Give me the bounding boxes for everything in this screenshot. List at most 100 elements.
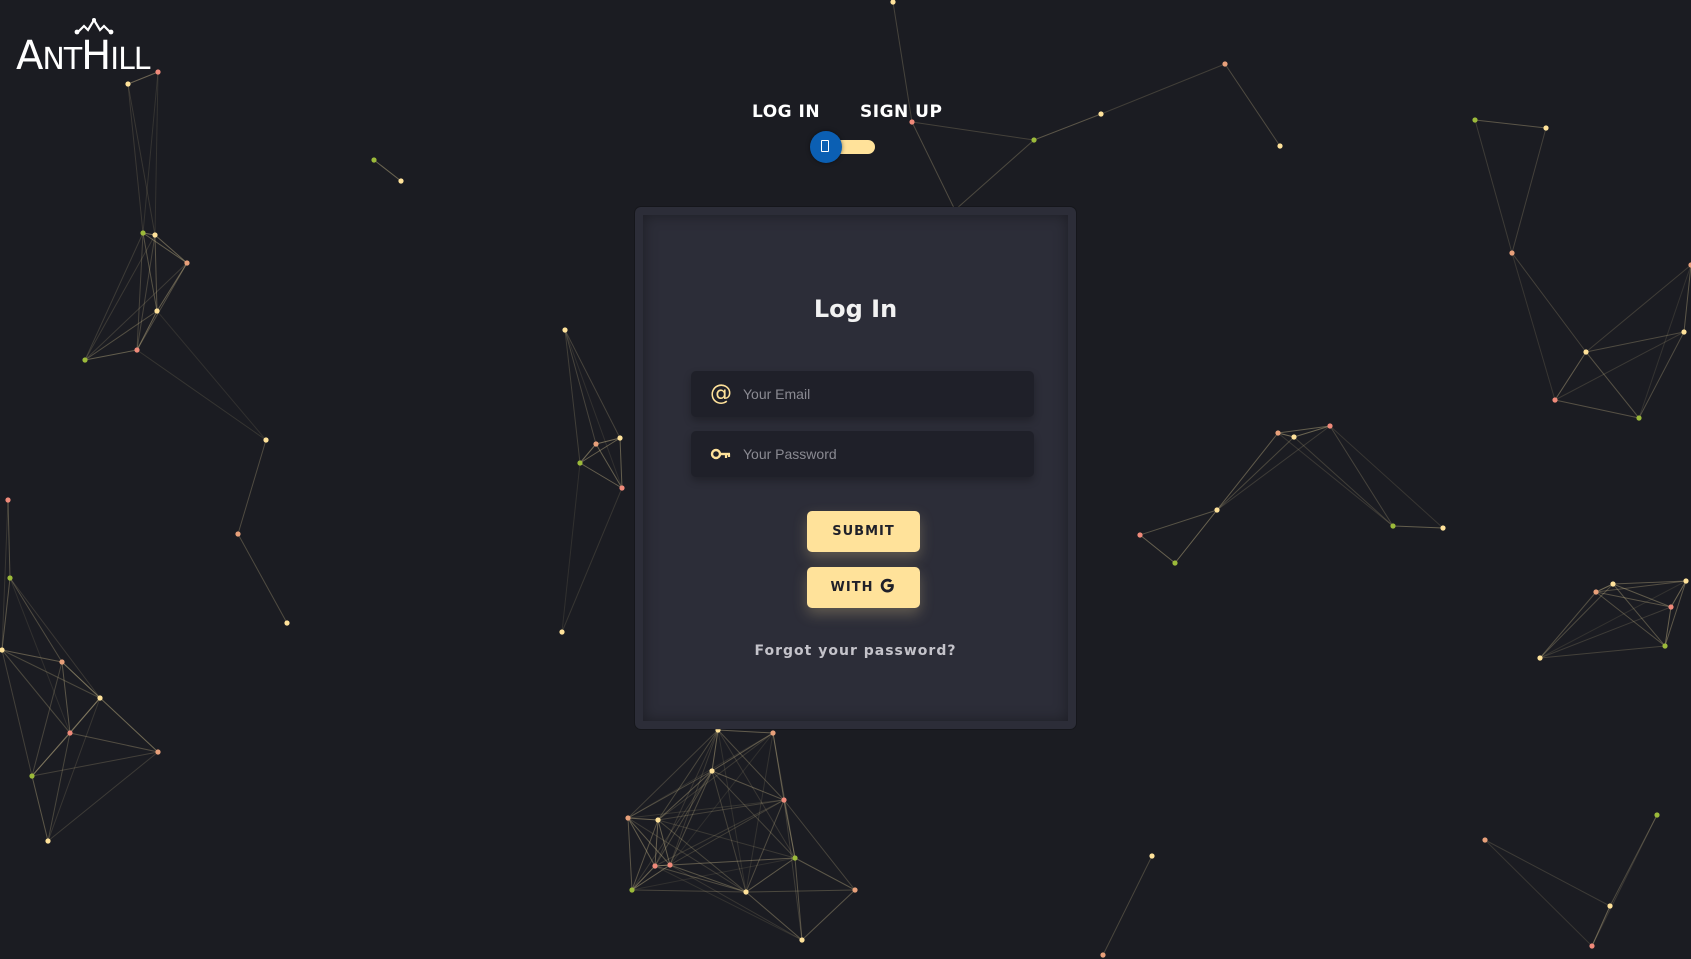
network-dot bbox=[890, 0, 896, 5]
network-line bbox=[1293, 425, 1331, 438]
network-line bbox=[669, 770, 713, 866]
network-line bbox=[669, 864, 803, 941]
network-dot bbox=[799, 937, 805, 943]
network-line bbox=[1539, 606, 1672, 659]
network-line bbox=[47, 732, 71, 842]
network-line bbox=[127, 83, 156, 236]
password-input[interactable] bbox=[743, 431, 1023, 477]
network-line bbox=[31, 751, 159, 777]
network-line bbox=[1139, 509, 1218, 536]
network-line bbox=[669, 799, 785, 866]
network-line bbox=[99, 697, 159, 753]
network-dot bbox=[1100, 952, 1106, 958]
network-dot bbox=[1552, 397, 1558, 403]
network-dot bbox=[1214, 507, 1220, 513]
network-line bbox=[669, 729, 719, 866]
mode-toggle-knob[interactable] bbox=[810, 131, 842, 163]
login-card: Log In @ SUBMIT WITH bbox=[635, 207, 1076, 729]
logo-letter-a: A bbox=[16, 33, 43, 79]
network-line bbox=[1474, 119, 1547, 129]
login-tab-label[interactable]: LOG IN bbox=[752, 102, 820, 122]
network-line bbox=[564, 329, 621, 439]
email-field[interactable]: @ bbox=[691, 371, 1034, 417]
network-dot bbox=[59, 659, 65, 665]
network-line bbox=[1329, 425, 1444, 529]
network-line bbox=[1102, 855, 1153, 956]
network-dot bbox=[155, 749, 161, 755]
network-dot bbox=[1291, 434, 1297, 440]
network-dot bbox=[1607, 903, 1613, 909]
network-dot bbox=[1543, 125, 1549, 131]
logo-letter-h: H bbox=[81, 33, 111, 79]
network-dot bbox=[1137, 532, 1143, 538]
network-dot bbox=[82, 357, 88, 363]
network-dot bbox=[152, 232, 158, 238]
anthill-logo[interactable]: ANTHILL bbox=[16, 18, 162, 76]
network-dot bbox=[617, 435, 623, 441]
network-line bbox=[579, 462, 623, 489]
network-dot bbox=[1277, 143, 1283, 149]
network-line bbox=[745, 889, 856, 893]
network-dot bbox=[792, 855, 798, 861]
signup-tab-label[interactable]: SIGN UP bbox=[860, 102, 942, 122]
network-line bbox=[627, 817, 659, 821]
network-line bbox=[1484, 839, 1611, 907]
network-line bbox=[1585, 264, 1691, 353]
email-input[interactable] bbox=[743, 371, 1023, 417]
network-dot bbox=[1149, 853, 1155, 859]
network-line bbox=[627, 729, 719, 819]
network-line bbox=[717, 729, 774, 734]
network-line bbox=[9, 577, 71, 734]
network-line bbox=[711, 770, 785, 801]
google-signin-button[interactable]: WITH bbox=[807, 567, 920, 608]
network-dot bbox=[1098, 111, 1104, 117]
network-dot bbox=[5, 497, 11, 503]
forgot-password-link[interactable]: Forgot your password? bbox=[643, 643, 1068, 659]
network-line bbox=[1392, 525, 1444, 529]
submit-button[interactable]: SUBMIT bbox=[807, 511, 920, 552]
password-field[interactable] bbox=[691, 431, 1034, 477]
network-line bbox=[373, 159, 402, 182]
network-dot bbox=[1636, 415, 1642, 421]
network-dot bbox=[743, 889, 749, 895]
network-line bbox=[84, 234, 156, 361]
network-line bbox=[1591, 814, 1658, 947]
logo-letters-ill: ILL bbox=[110, 42, 150, 77]
network-line bbox=[627, 817, 633, 891]
network-line bbox=[1511, 252, 1587, 353]
network-dot bbox=[1327, 423, 1333, 429]
network-line bbox=[631, 819, 659, 891]
network-line bbox=[783, 799, 803, 941]
network-line bbox=[237, 439, 267, 535]
network-dot bbox=[235, 531, 241, 537]
network-line bbox=[127, 83, 144, 234]
login-card-inner: Log In @ SUBMIT WITH bbox=[643, 215, 1068, 721]
network-dot bbox=[619, 485, 625, 491]
network-dot bbox=[709, 768, 715, 774]
network-dot bbox=[1172, 560, 1178, 566]
network-dot bbox=[1537, 655, 1543, 661]
network-dot bbox=[667, 862, 673, 868]
network-dot bbox=[1610, 581, 1616, 587]
network-dot bbox=[284, 620, 290, 626]
network-dot bbox=[140, 230, 146, 236]
network-line bbox=[237, 533, 288, 624]
network-line bbox=[783, 799, 856, 891]
network-line bbox=[794, 857, 856, 891]
network-line bbox=[1139, 534, 1176, 564]
page: ANTHILL LOG IN SIGN UP Log In @ Your Ema… bbox=[0, 0, 1691, 959]
network-dot bbox=[781, 797, 787, 803]
network-dot bbox=[625, 815, 631, 821]
network-line bbox=[579, 437, 621, 464]
network-line bbox=[631, 889, 747, 893]
network-line bbox=[1554, 351, 1587, 401]
network-line bbox=[711, 732, 774, 772]
logo-wordmark: ANTHILL bbox=[16, 33, 151, 79]
network-line bbox=[1033, 113, 1102, 141]
network-line bbox=[1224, 63, 1281, 147]
network-dot bbox=[593, 441, 599, 447]
network-line bbox=[564, 329, 597, 445]
network-dot bbox=[852, 887, 858, 893]
network-line bbox=[1329, 425, 1394, 527]
network-line bbox=[1612, 583, 1672, 608]
